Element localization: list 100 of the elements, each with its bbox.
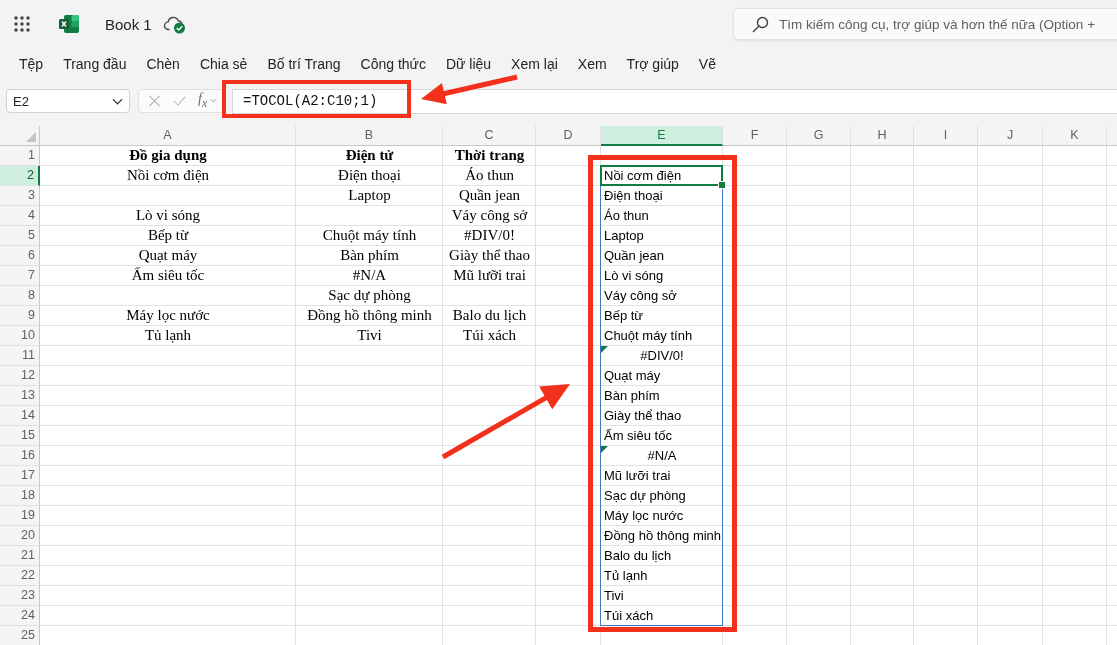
row-header[interactable]: 5 <box>0 226 40 246</box>
insert-function-button[interactable]: f$_{x}$ <box>198 90 218 112</box>
workbook-title[interactable]: Book 1 <box>105 15 152 33</box>
cell-text: Lò vi sóng <box>604 268 664 283</box>
cell-text: Chuột máy tính <box>322 227 417 244</box>
row-header[interactable]: 25 <box>0 626 40 645</box>
search-field[interactable]: Tìm kiếm công cụ, trợ giúp và hơn thế nữa (Option + <box>733 8 1117 40</box>
row-header[interactable]: 19 <box>0 506 40 526</box>
column-header[interactable]: G <box>787 126 851 146</box>
row-header[interactable]: 22 <box>0 566 40 586</box>
cell-text: #N/A <box>352 267 387 284</box>
cell-text: Áo thun <box>465 167 514 184</box>
menu-tab[interactable]: Trang đầu <box>63 56 127 72</box>
column-header[interactable]: B <box>296 126 443 146</box>
cell-text: Giày thể thao <box>449 247 530 264</box>
row-header[interactable]: 14 <box>0 406 40 426</box>
column-header[interactable]: D <box>536 126 601 146</box>
cell-text: Balo du lịch <box>604 548 672 563</box>
cell-text: Váy công sở <box>451 207 528 224</box>
cell-text: Quạt máy <box>604 368 661 383</box>
menu-tab[interactable]: Xem <box>577 56 607 72</box>
cell-text: #DIV/0! <box>464 227 515 244</box>
column-header[interactable]: J <box>978 126 1043 146</box>
column-header[interactable]: H <box>851 126 914 146</box>
menu-tab[interactable]: Bố trí Trang <box>267 56 341 72</box>
cell-text: Bàn phím <box>604 388 660 403</box>
cell-text: Điện thoại <box>338 167 401 184</box>
column-header[interactable]: F <box>723 126 787 146</box>
row-header[interactable]: 20 <box>0 526 40 546</box>
cell-text: Đồng hồ thông minh <box>604 528 722 543</box>
cell-text: Điện thoại <box>604 188 663 203</box>
caret-icon <box>112 97 123 105</box>
cell-text: Lò vi sóng <box>135 207 201 224</box>
cell-text: Máy lọc nước <box>126 307 210 324</box>
row-header[interactable]: 1 <box>0 146 40 166</box>
cell-text: Túi xách <box>463 327 516 344</box>
menu-tab[interactable]: Xem lại <box>511 56 558 72</box>
row-header[interactable]: 3 <box>0 186 40 206</box>
cell-text: #N/A <box>647 448 677 463</box>
cell-text: Bếp từ <box>604 308 644 323</box>
active-cell-frame[interactable] <box>600 165 723 186</box>
row-header[interactable]: 9 <box>0 306 40 326</box>
row-header[interactable]: 6 <box>0 246 40 266</box>
app-launcher-icon[interactable] <box>14 16 30 32</box>
row-header[interactable]: 11 <box>0 346 40 366</box>
cell-text: Laptop <box>348 187 391 204</box>
cell-text: Quạt máy <box>138 247 198 264</box>
column-header[interactable]: C <box>443 126 536 146</box>
error-indicator-icon[interactable] <box>601 446 608 453</box>
name-box[interactable]: E2 <box>6 89 130 113</box>
cell-text: Tủ lạnh <box>144 327 192 344</box>
cell-text: Mũ lưỡi trai <box>453 267 526 284</box>
cell-text: Sạc dự phòng <box>328 287 411 304</box>
row-header[interactable]: 2 <box>0 166 40 186</box>
column-header[interactable]: A <box>40 126 296 146</box>
cell-text: Laptop <box>604 228 644 243</box>
cell-text: Ấm siêu tốc <box>131 267 205 284</box>
row-header[interactable]: 7 <box>0 266 40 286</box>
cell-text: Bàn phím <box>340 247 399 264</box>
column-header[interactable]: K <box>1043 126 1107 146</box>
menu-tab[interactable]: Công thức <box>360 56 426 72</box>
cell-text: Áo thun <box>604 208 649 223</box>
column-header[interactable]: I <box>914 126 978 146</box>
cell-text: Thời trang <box>454 147 525 164</box>
cell-text: #DIV/0! <box>640 348 684 363</box>
menu-tab[interactable]: Chia sẻ <box>199 56 248 72</box>
menu-tab[interactable]: Trợ giúp <box>626 56 679 72</box>
cell-text: Nồi cơm điện <box>604 168 682 183</box>
row-header[interactable]: 24 <box>0 606 40 626</box>
column-header[interactable]: E <box>601 126 723 146</box>
cloud-check-icon[interactable] <box>163 14 186 34</box>
cell-text: Váy công sở <box>604 288 677 303</box>
row-header[interactable]: 23 <box>0 586 40 606</box>
menu-tab[interactable]: Chèn <box>146 56 180 72</box>
cell-text: Giày thể thao <box>604 408 682 423</box>
cell-text: Tủ lạnh <box>604 568 648 583</box>
menu-tab[interactable]: Vẽ <box>698 56 716 72</box>
error-indicator-icon[interactable] <box>601 346 608 353</box>
cell-text: Quần jean <box>458 187 521 204</box>
cell-text: Tivi <box>604 588 624 603</box>
row-header[interactable]: 15 <box>0 426 40 446</box>
row-header[interactable]: 4 <box>0 206 40 226</box>
cell-text: Mũ lưỡi trai <box>604 468 671 483</box>
row-header[interactable]: 18 <box>0 486 40 506</box>
search-icon <box>752 15 769 33</box>
check-icon[interactable] <box>173 95 186 107</box>
row-header[interactable]: 12 <box>0 366 40 386</box>
cell-text: Đồ gia dụng <box>129 147 207 164</box>
row-header[interactable]: 10 <box>0 326 40 346</box>
cell-text: Đồng hồ thông minh <box>307 307 432 324</box>
row-header[interactable]: 8 <box>0 286 40 306</box>
row-header[interactable]: 21 <box>0 546 40 566</box>
row-header[interactable]: 17 <box>0 466 40 486</box>
fill-handle-icon[interactable] <box>718 181 726 189</box>
triangle-icon <box>26 132 36 142</box>
formula-field[interactable]: =TOCOL(A2:C10;1) <box>232 89 1117 114</box>
row-header[interactable]: 13 <box>0 386 40 406</box>
row-header[interactable]: 16 <box>0 446 40 466</box>
menu-tab[interactable]: Tệp <box>19 56 44 72</box>
menu-tab[interactable]: Dữ liệu <box>445 56 492 72</box>
